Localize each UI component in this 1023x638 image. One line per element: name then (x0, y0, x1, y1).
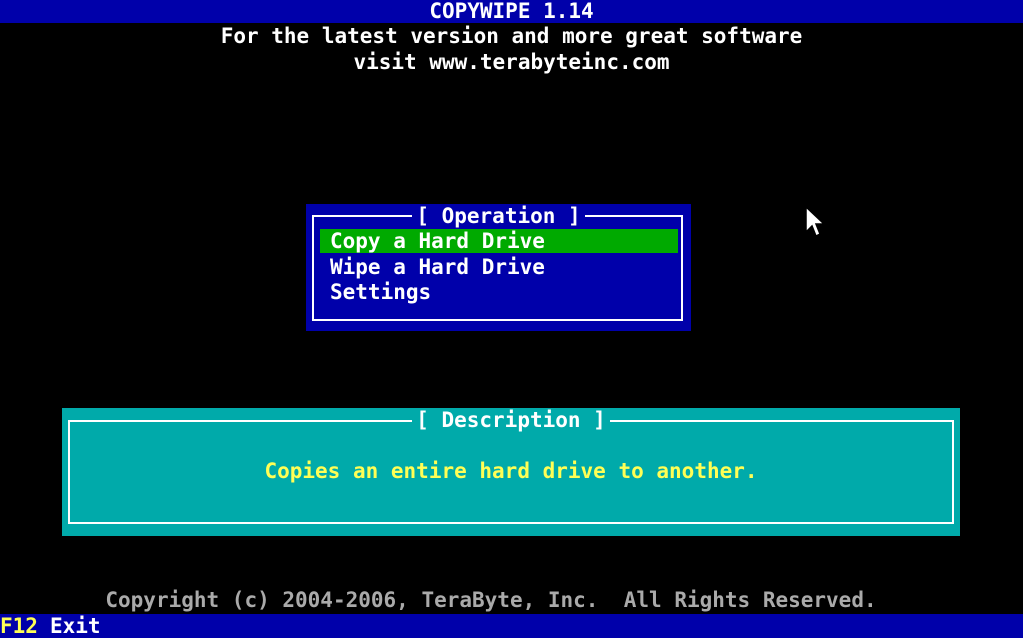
operation-menu: [ Operation ] Copy a Hard Drive Wipe a H… (306, 204, 691, 331)
copyright-notice: Copyright (c) 2004-2006, TeraByte, Inc. … (105, 588, 877, 612)
menu-item-settings[interactable]: Settings (320, 280, 678, 304)
exit-label: Exit (49, 614, 101, 638)
menu-item-wipe-hard-drive[interactable]: Wipe a Hard Drive (320, 255, 678, 279)
exit-key: F12 (0, 614, 38, 638)
description-title: [ Description ] (62, 408, 960, 432)
header-website-line: visit www.terabyteinc.com (353, 50, 670, 74)
menu-item-copy-hard-drive[interactable]: Copy a Hard Drive (320, 229, 678, 253)
description-panel: [ Description ] Copies an entire hard dr… (62, 408, 960, 536)
description-title-text: [ Description ] (412, 408, 610, 432)
mouse-pointer-icon (805, 206, 826, 238)
exit-shortcut[interactable]: F12 Exit (0, 614, 101, 638)
operation-title-text: [ Operation ] (412, 204, 585, 228)
status-bar: F12 Exit (0, 614, 1023, 638)
header-promo-line: For the latest version and more great so… (220, 24, 803, 48)
title-bar: COPYWIPE 1.14 (0, 0, 1023, 23)
app-title: COPYWIPE 1.14 (429, 0, 594, 23)
operation-title: [ Operation ] (306, 204, 691, 228)
description-text: Copies an entire hard drive to another. (264, 459, 758, 483)
